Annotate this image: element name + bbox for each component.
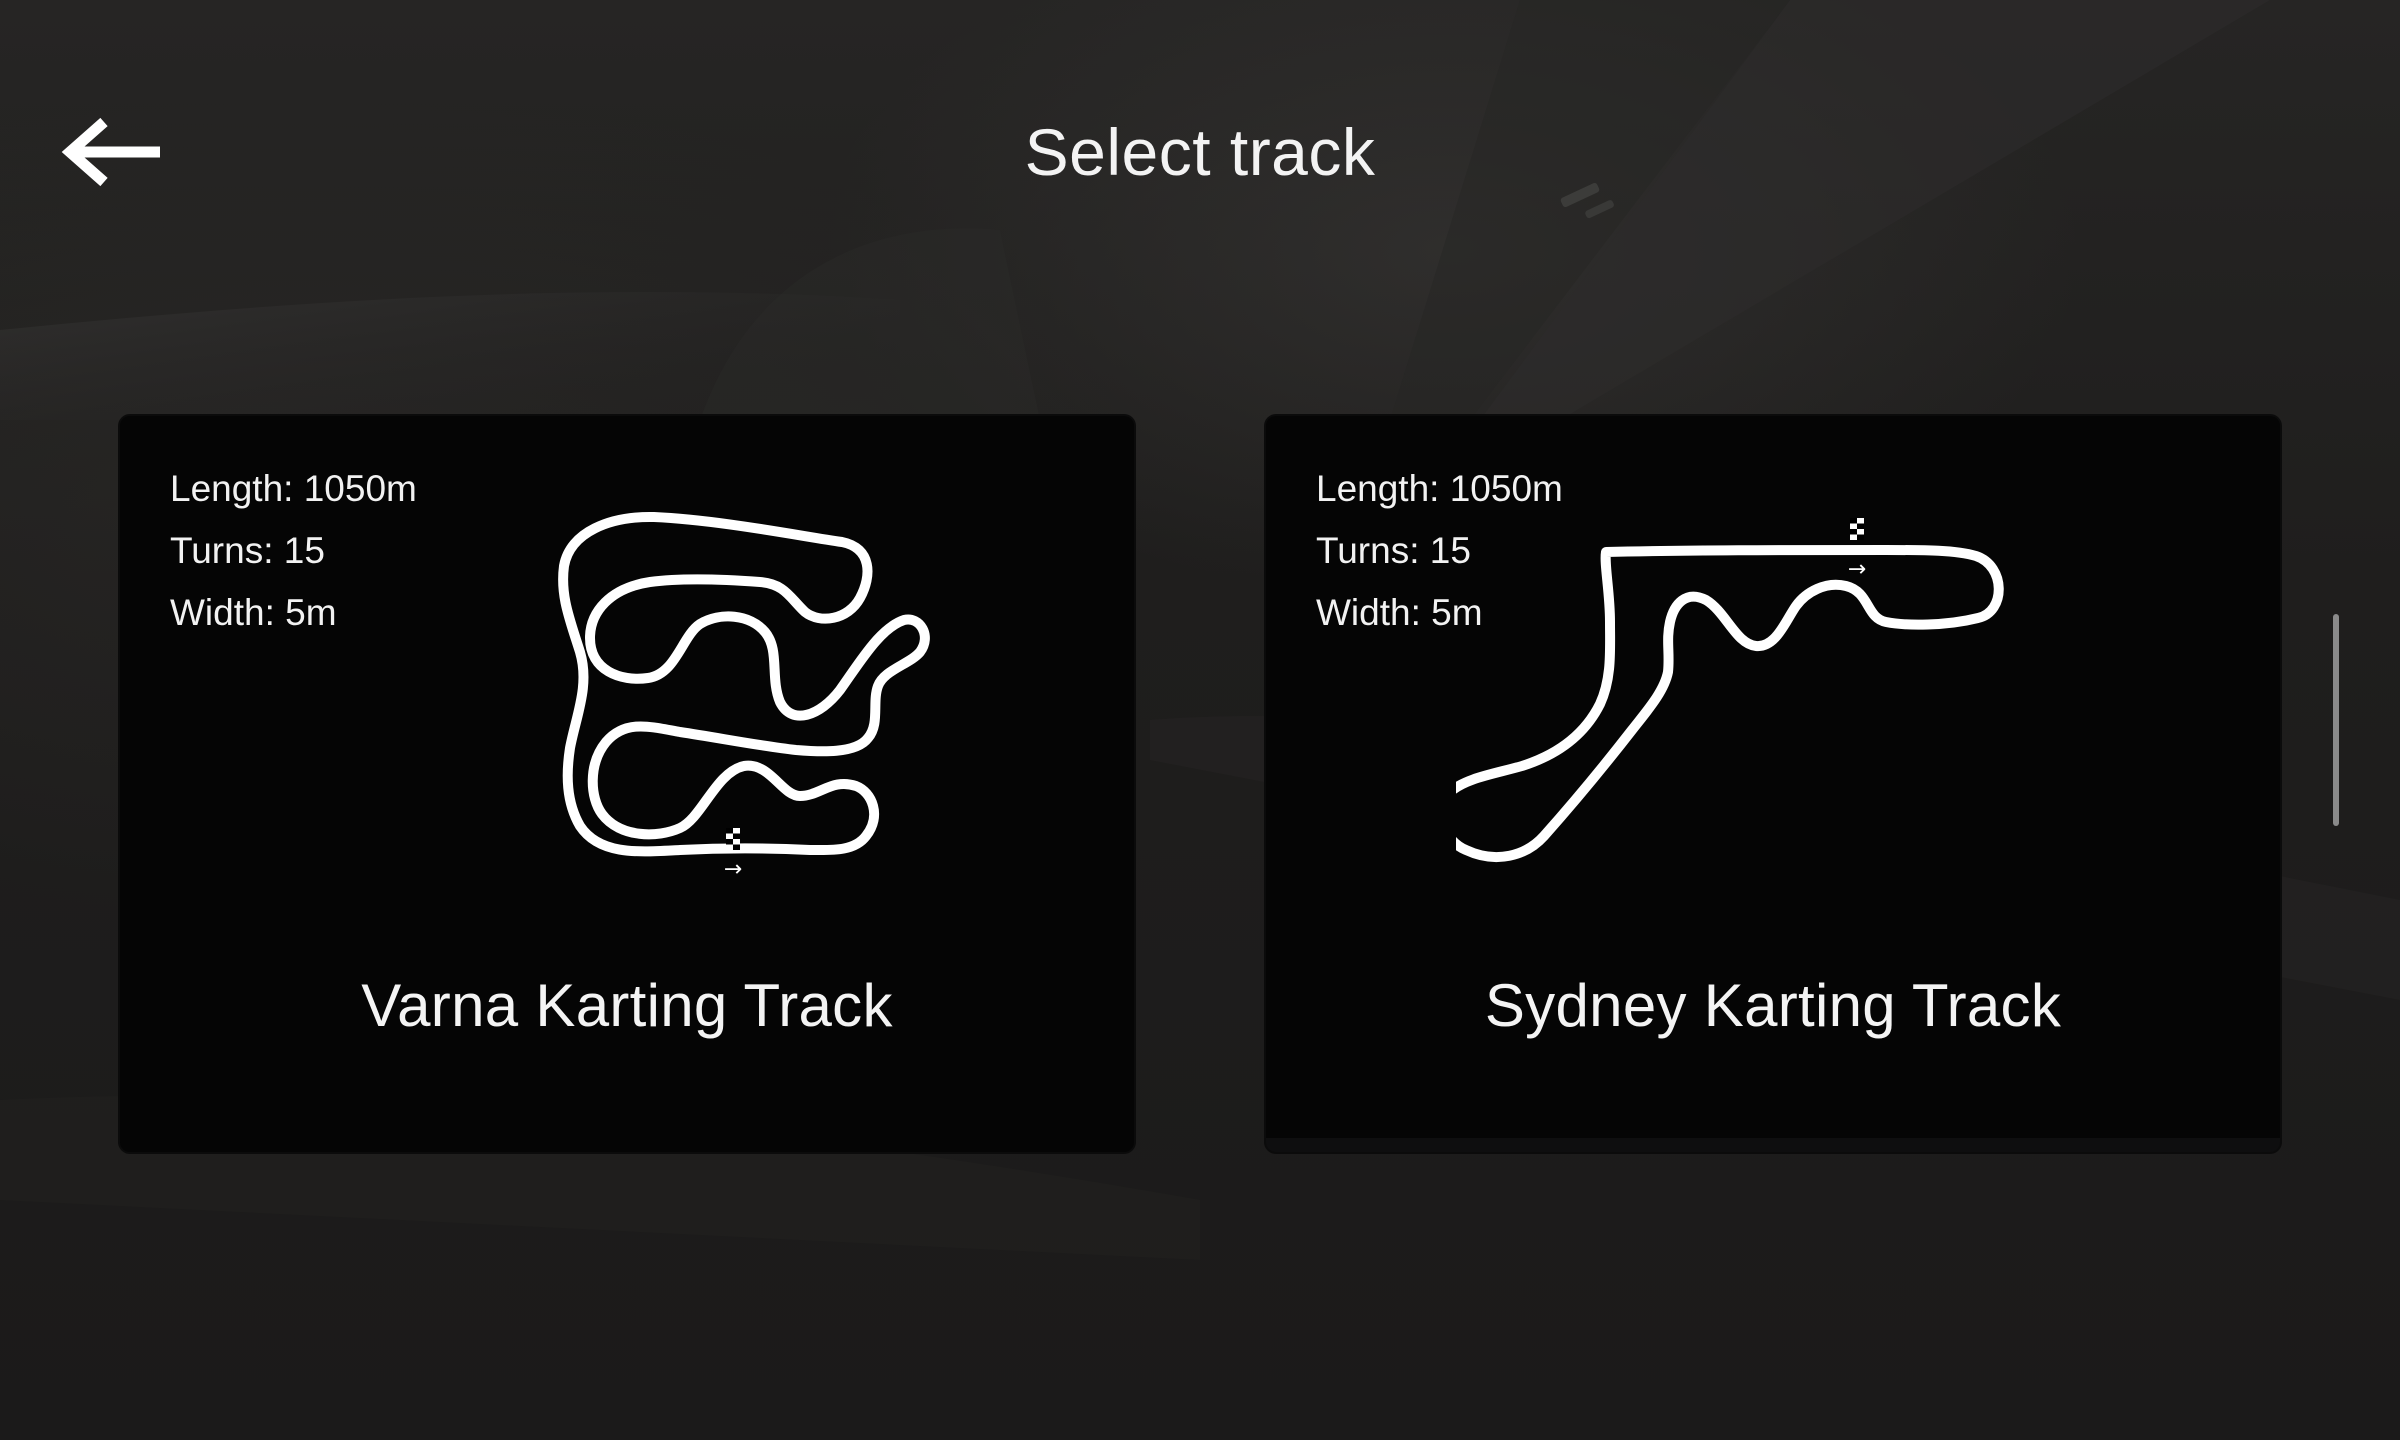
track-map-varna: →	[558, 511, 930, 882]
track-outline	[558, 511, 930, 857]
start-direction-arrow: →	[1848, 557, 1866, 582]
track-outline	[1456, 545, 2004, 862]
stat-turns: Turns15	[170, 520, 417, 582]
checkered-flag-icon	[1850, 518, 1864, 540]
page-title: Select track	[1024, 115, 1376, 189]
track-name: Varna Karting Track	[361, 972, 893, 1039]
stat-length: Length1050m	[170, 458, 417, 520]
start-direction-arrow: →	[724, 857, 742, 882]
track-select-screen: Select track Length1050m Turns15 Width5m…	[0, 0, 2400, 1440]
scrollbar[interactable]	[2333, 614, 2339, 826]
checkered-flag-icon	[726, 828, 740, 850]
track-card-varna[interactable]: Length1050m Turns15 Width5m → Varna Kart…	[120, 416, 1134, 1152]
track-name: Sydney Karting Track	[1484, 972, 2062, 1039]
track-map-sydney: →	[1456, 518, 2004, 862]
track-card-sydney[interactable]: Length1050m Turns15 Width5m → Sydney Kar…	[1266, 416, 2280, 1152]
track-stats: Length1050m Turns15 Width5m	[170, 458, 417, 644]
stat-width: Width5m	[170, 582, 417, 644]
